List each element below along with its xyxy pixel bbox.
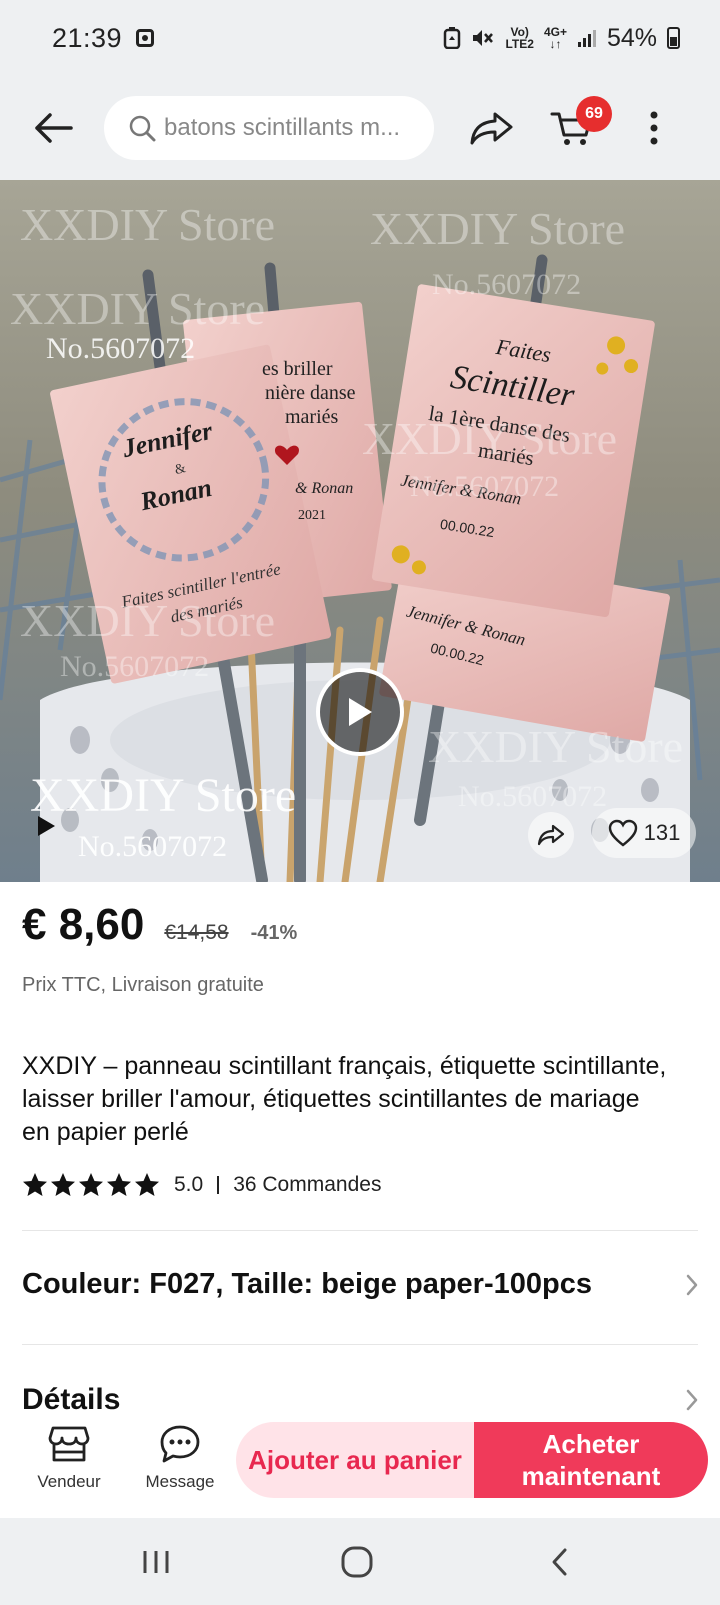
discount-badge: -41% <box>250 922 298 944</box>
vendor-label: Vendeur <box>37 1472 101 1491</box>
data-arrows-icon: ↓↑ <box>549 37 562 51</box>
heart-icon <box>608 819 637 847</box>
divider <box>22 1230 698 1231</box>
notification-icon <box>136 29 155 47</box>
status-icons: Vo) LTE2 4G+ ↓↑ 54% <box>443 24 680 53</box>
watermark-number: No.5607072 <box>410 470 560 503</box>
star-icon <box>107 1173 131 1196</box>
wishlist-button[interactable]: 131 <box>592 808 696 858</box>
card2-line3: mariés <box>285 406 339 428</box>
message-button[interactable]: Message <box>135 1424 225 1492</box>
chevron-right-icon <box>682 1386 702 1414</box>
search-icon <box>129 115 156 142</box>
card2-line2: nière danse <box>265 382 356 404</box>
status-time: 21:39 <box>52 22 123 53</box>
home-icon <box>341 1546 373 1578</box>
network-type: 4G+ ↓↑ <box>544 26 567 50</box>
price-row: € 8,60 €14,58 -41% <box>22 900 297 950</box>
share-icon <box>537 824 565 846</box>
recent-apps-icon <box>143 1551 169 1573</box>
watermark-number: No.5607072 <box>432 268 582 301</box>
wishlist-count: 131 <box>643 820 681 845</box>
recent-apps-button[interactable] <box>126 1538 186 1586</box>
battery-percent: 54% <box>606 23 657 52</box>
top-nav: batons scintillants m... 69 <box>0 76 720 180</box>
chevron-right-icon <box>682 1271 702 1299</box>
star-icon <box>51 1173 75 1196</box>
back-arrow-icon <box>35 113 73 143</box>
volte-indicator: Vo) LTE2 <box>505 26 533 50</box>
play-icon <box>349 698 372 726</box>
signal-icon <box>577 30 596 47</box>
share-icon <box>470 112 513 145</box>
buy-now-button[interactable]: Acheter maintenant <box>474 1422 708 1498</box>
divider <box>22 1344 698 1345</box>
rating-stars <box>22 1172 160 1198</box>
orders-count: 36 Commandes <box>233 1173 382 1196</box>
watermark-store: XXDIY Store <box>370 203 626 254</box>
search-bar[interactable]: batons scintillants m... <box>104 96 434 160</box>
volte-bottom: LTE2 <box>505 37 534 51</box>
shipping-note: Prix TTC, Livraison gratuite <box>22 974 264 996</box>
variant-selector[interactable]: Couleur: F027, Taille: beige paper-100pc… <box>22 1268 702 1301</box>
mute-icon <box>473 30 494 46</box>
search-query: batons scintillants m... <box>164 114 401 141</box>
card2-line4: & Ronan <box>295 480 354 497</box>
rating-separator <box>217 1176 220 1194</box>
image-share-button[interactable] <box>528 812 574 858</box>
message-label: Message <box>145 1472 215 1491</box>
variant-label: Couleur: F027, Taille: beige paper-100pc… <box>22 1268 592 1300</box>
watermark-store: XXDIY Store <box>428 721 684 772</box>
more-options-button[interactable] <box>624 98 684 158</box>
system-back-button[interactable] <box>530 1538 590 1586</box>
star-icon <box>23 1173 47 1196</box>
vendor-button[interactable]: Vendeur <box>24 1424 114 1492</box>
product-image-gallery[interactable]: Jennifer & Ronan Faites scintiller l'ent… <box>0 180 720 882</box>
watermark-number: No.5607072 <box>60 650 210 683</box>
details-section[interactable]: Détails <box>22 1378 702 1416</box>
rating-value: 5.0 <box>174 1173 204 1196</box>
details-label: Détails <box>22 1383 121 1416</box>
video-play-button[interactable] <box>316 668 404 756</box>
watermark-number-main: No.5607072 <box>78 830 228 863</box>
watermark-store-main: XXDIY Store <box>30 769 297 822</box>
battery-saver-icon <box>444 27 461 49</box>
original-price: €14,58 <box>164 921 229 944</box>
cart-button[interactable]: 69 <box>542 96 612 158</box>
video-indicator[interactable] <box>28 808 64 844</box>
status-bar: 21:39 Vo) LTE2 4G+ ↓↑ 54% <box>0 0 720 76</box>
product-title: XXDIY – panneau scintillant français, ét… <box>22 1052 667 1146</box>
system-navigation-bar <box>0 1518 720 1605</box>
star-icon <box>79 1173 103 1196</box>
add-to-cart-button[interactable]: Ajouter au panier <box>236 1422 474 1498</box>
cart-count-badge: 69 <box>576 96 612 132</box>
watermark-store: XXDIY Store <box>20 595 276 646</box>
rating-row[interactable]: 5.0 36 Commandes <box>22 1172 381 1198</box>
battery-icon <box>667 27 680 49</box>
watermark-number: No.5607072 <box>46 332 196 365</box>
store-icon <box>48 1426 90 1462</box>
chevron-left-icon <box>552 1548 567 1576</box>
play-icon <box>38 816 55 836</box>
current-price: € 8,60 <box>22 900 145 949</box>
watermark-number: No.5607072 <box>458 780 608 813</box>
card2-line5: 2021 <box>298 508 326 523</box>
share-button[interactable] <box>462 98 522 158</box>
card2-line1: es briller <box>262 358 333 380</box>
more-vertical-icon <box>650 111 658 145</box>
back-button[interactable] <box>24 98 84 158</box>
watermark-store: XXDIY Store <box>10 283 266 334</box>
watermark-store: XXDIY Store <box>362 413 618 464</box>
home-button[interactable] <box>327 1538 387 1586</box>
watermark-store: XXDIY Store <box>20 199 276 250</box>
chat-icon <box>160 1425 200 1463</box>
star-icon <box>135 1173 159 1196</box>
bottom-action-bar: Vendeur Message Ajouter au panier Achete… <box>0 1414 720 1518</box>
